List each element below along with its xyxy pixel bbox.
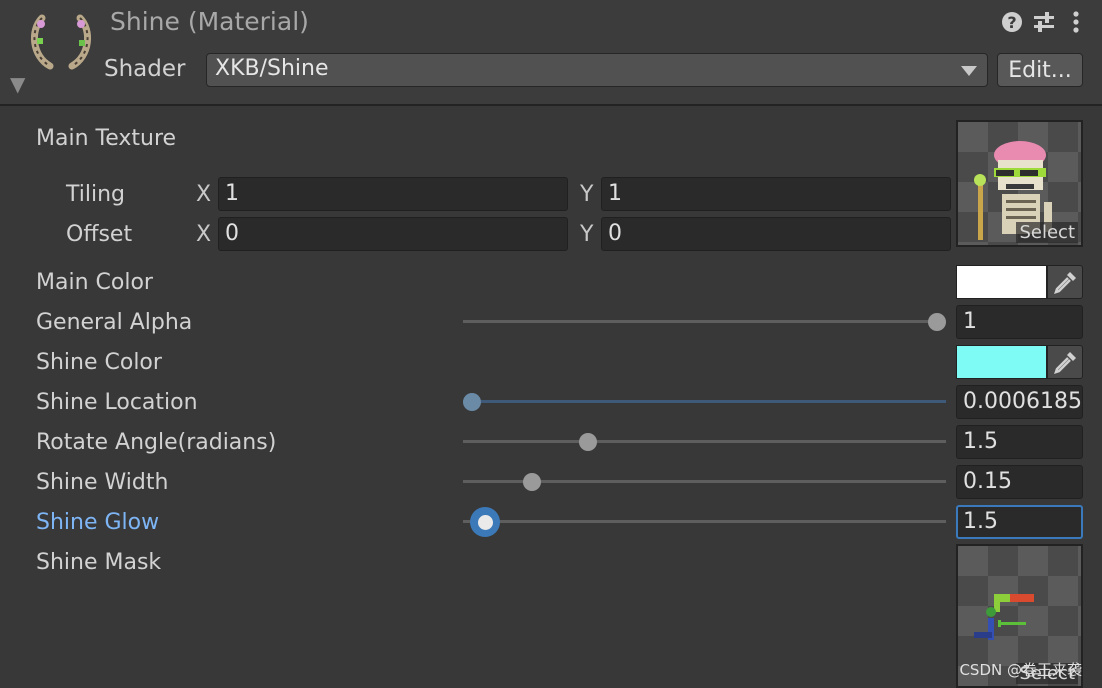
shine-glow-slider-thumb[interactable]: [470, 507, 500, 537]
material-preview-icon: [28, 10, 94, 74]
shine-glow-label: Shine Glow: [36, 510, 160, 535]
eyedropper-icon: [1054, 352, 1076, 374]
edit-shader-button[interactable]: Edit...: [997, 53, 1083, 87]
shine-width-label: Shine Width: [36, 470, 169, 495]
general-alpha-slider-track: [463, 320, 946, 323]
shader-value: XKB/Shine: [215, 56, 329, 81]
tiling-label: Tiling: [66, 182, 126, 207]
main-color-eyedropper-button[interactable]: [1047, 265, 1083, 299]
main-texture-label: Main Texture: [36, 126, 177, 151]
rotate-angle-field[interactable]: 1.5: [956, 425, 1083, 459]
help-icon[interactable]: ?: [1000, 10, 1024, 36]
tiling-x-axis-label: X: [196, 182, 212, 207]
offset-label: Offset: [66, 222, 133, 247]
shine-color-swatch[interactable]: [956, 345, 1047, 379]
offset-x-axis-label: X: [196, 222, 212, 247]
general-alpha-slider-thumb[interactable]: [928, 313, 946, 331]
rotate-angle-label: Rotate Angle(radians): [36, 430, 277, 455]
svg-text:?: ?: [1007, 13, 1016, 32]
offset-x-field[interactable]: 0: [218, 217, 568, 251]
dropdown-caret-icon: [961, 66, 977, 76]
shine-location-slider[interactable]: [463, 392, 946, 412]
shine-glow-slider-track: [463, 520, 946, 523]
watermark: CSDN @卷王来袭: [959, 661, 1082, 679]
tiling-x-field[interactable]: 1: [218, 177, 568, 211]
rotate-angle-slider-thumb[interactable]: [579, 433, 597, 451]
foldout-arrow-icon[interactable]: ▼: [10, 72, 25, 96]
tiling-y-field[interactable]: 1: [601, 177, 951, 211]
material-header: ▼ Shine (Material) ? Shader XKB/Shine Ed…: [0, 0, 1102, 106]
general-alpha-field[interactable]: 1: [956, 305, 1083, 339]
more-options-icon[interactable]: [1064, 10, 1088, 36]
main-texture-slot[interactable]: Select: [956, 120, 1083, 247]
shine-color-label: Shine Color: [36, 350, 162, 375]
eyedropper-icon: [1054, 272, 1076, 294]
rotate-angle-slider-track: [463, 440, 946, 443]
shine-location-field[interactable]: 0.0006185: [956, 385, 1083, 419]
main-texture-select-button[interactable]: Select: [1016, 222, 1078, 243]
shader-dropdown[interactable]: XKB/Shine: [206, 53, 988, 87]
shine-width-slider-thumb[interactable]: [523, 473, 541, 491]
general-alpha-label: General Alpha: [36, 310, 193, 335]
general-alpha-slider[interactable]: [463, 312, 946, 332]
shine-glow-field[interactable]: 1.5: [956, 505, 1083, 539]
shine-location-slider-track: [463, 400, 946, 403]
main-color-swatch[interactable]: [956, 265, 1047, 299]
rotate-angle-slider[interactable]: [463, 432, 946, 452]
settings-sliders-icon[interactable]: [1032, 10, 1056, 36]
shine-location-label: Shine Location: [36, 390, 198, 415]
shine-width-slider[interactable]: [463, 472, 946, 492]
offset-y-field[interactable]: 0: [601, 217, 951, 251]
material-title: Shine (Material): [110, 7, 309, 36]
main-color-label: Main Color: [36, 270, 153, 295]
shine-location-slider-thumb[interactable]: [463, 393, 481, 411]
shine-glow-slider[interactable]: [463, 507, 946, 537]
shader-label: Shader: [104, 56, 186, 82]
offset-y-axis-label: Y: [580, 222, 594, 247]
tiling-y-axis-label: Y: [580, 182, 594, 207]
shine-width-field[interactable]: 0.15: [956, 465, 1083, 499]
shine-glow-slider-thumb-center: [478, 515, 493, 530]
shine-color-eyedropper-button[interactable]: [1047, 345, 1083, 379]
shine-mask-label: Shine Mask: [36, 550, 162, 575]
